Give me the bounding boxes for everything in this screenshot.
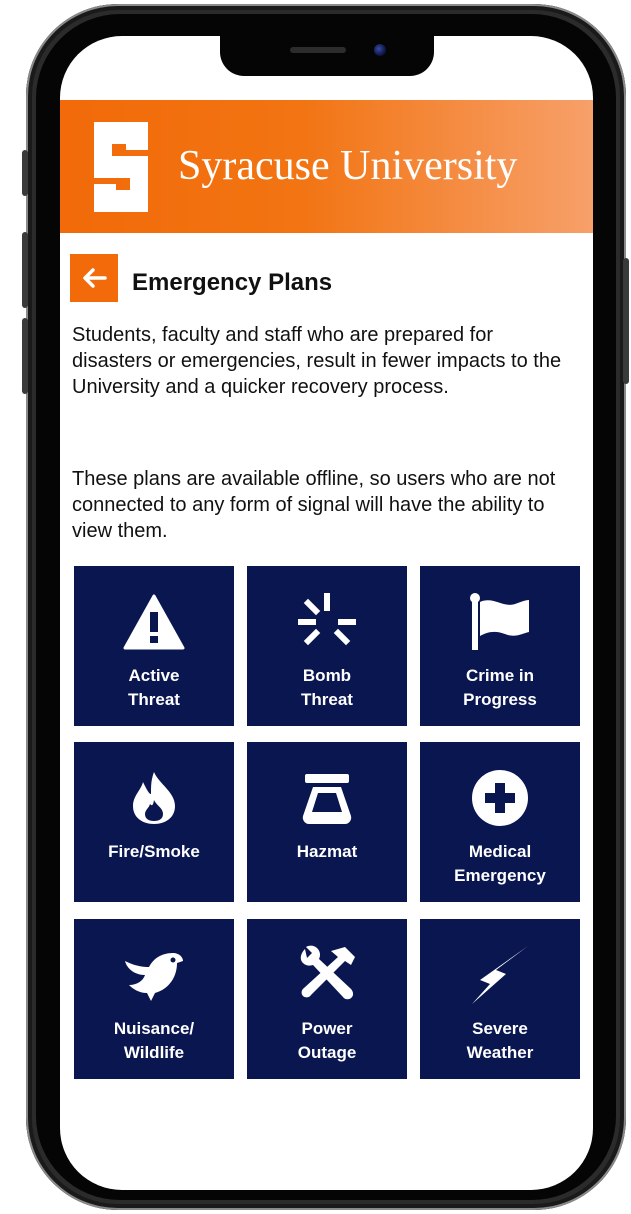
volume-down-button [22, 318, 28, 394]
tile-label: Crime in Progress [463, 666, 537, 709]
brand-name: Syracuse University [178, 143, 518, 189]
block-s-logo-icon [94, 122, 148, 212]
tile-power-outage[interactable]: Power Outage [247, 919, 407, 1079]
offline-note: These plans are available offline, so us… [72, 468, 556, 542]
notch [220, 36, 434, 76]
flag-icon [468, 590, 532, 654]
tile-bomb-threat[interactable]: Bomb Threat [247, 566, 407, 726]
tile-hazmat[interactable]: Hazmat [247, 742, 407, 902]
tile-label: Hazmat [296, 842, 358, 861]
page-title: Emergency Plans [132, 269, 333, 296]
hazmat-icon [295, 766, 359, 830]
power-button [623, 258, 629, 384]
arrow-left-icon [83, 268, 107, 288]
tile-label: Power Outage [297, 1019, 357, 1062]
burst-icon [295, 590, 359, 654]
tools-icon [295, 943, 359, 1007]
tile-nuisance-wildlife[interactable]: Nuisance/ Wildlife [74, 919, 234, 1079]
warning-icon [122, 590, 186, 654]
medical-plus-icon [468, 766, 532, 830]
tile-label: Fire/Smoke [108, 842, 200, 861]
tile-fire-smoke[interactable]: Fire/Smoke [74, 742, 234, 902]
tile-severe-weather[interactable]: Severe Weather [420, 919, 580, 1079]
tile-active-threat[interactable]: Active Threat [74, 566, 234, 726]
intro-text: Students, faculty and staff who are prep… [72, 324, 562, 398]
back-button[interactable] [70, 254, 118, 302]
phone-screen: Syracuse University Emergency Plans Stud… [60, 36, 593, 1190]
plans-grid: Active Threat Bomb Threat Crime in Progr… [74, 566, 580, 1079]
front-camera [374, 44, 386, 56]
tile-label: Active Threat [128, 666, 180, 709]
tile-label: Severe Weather [466, 1019, 534, 1062]
tile-label: Nuisance/ Wildlife [113, 1019, 195, 1062]
volume-up-button [22, 232, 28, 308]
speaker [290, 47, 346, 53]
tile-label: Medical Emergency [454, 842, 546, 885]
column-divider [407, 566, 413, 1079]
lightning-icon [468, 943, 532, 1007]
bird-icon [122, 943, 186, 1007]
tile-label: Bomb Threat [301, 666, 353, 709]
column-divider [234, 566, 240, 1079]
tile-medical-emergency[interactable]: Medical Emergency [420, 742, 580, 902]
app-header: Syracuse University [60, 100, 593, 233]
mute-switch [22, 150, 28, 196]
flame-icon [122, 766, 186, 830]
tile-crime-in-progress[interactable]: Crime in Progress [420, 566, 580, 726]
